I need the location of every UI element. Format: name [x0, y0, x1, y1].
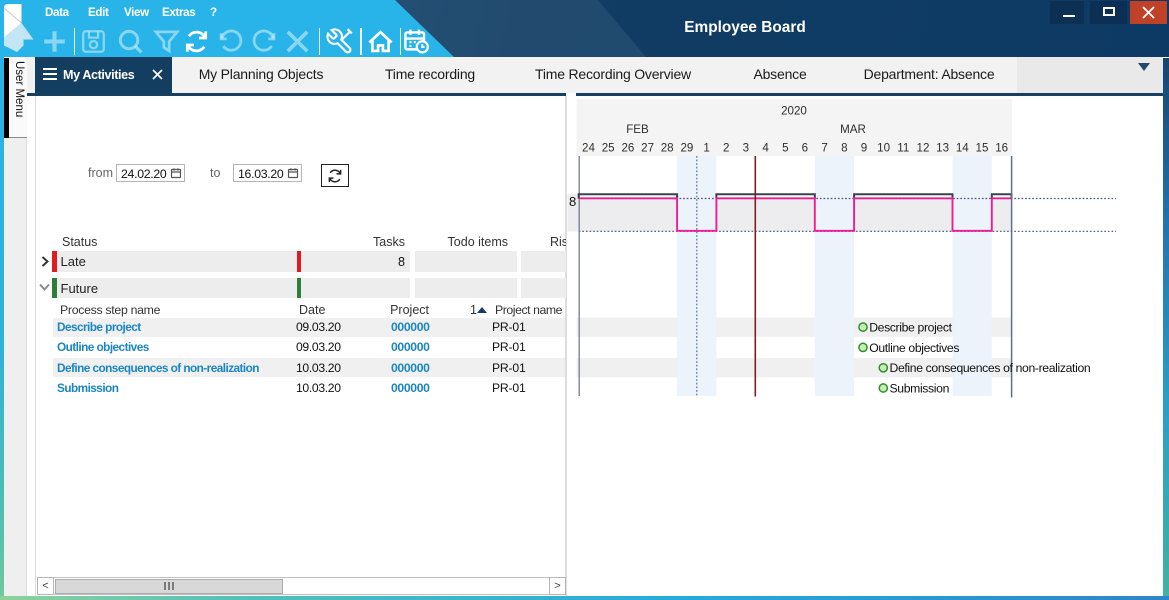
- svg-text:29: 29: [680, 142, 693, 155]
- svg-text:15: 15: [976, 142, 989, 155]
- svg-text:6: 6: [802, 142, 808, 155]
- svg-text:13: 13: [936, 142, 949, 155]
- svg-text:27: 27: [641, 142, 654, 155]
- svg-text:2: 2: [723, 142, 729, 155]
- svg-text:12: 12: [917, 142, 930, 155]
- svg-text:Submission: Submission: [890, 381, 950, 395]
- svg-text:MAR: MAR: [840, 123, 866, 136]
- svg-text:Define consequences of non-rea: Define consequences of non-realization: [890, 361, 1091, 375]
- svg-text:3: 3: [743, 142, 749, 155]
- svg-text:FEB: FEB: [626, 123, 649, 136]
- svg-text:8: 8: [841, 142, 847, 155]
- svg-text:10: 10: [877, 142, 890, 155]
- svg-text:24: 24: [582, 142, 595, 155]
- svg-text:16: 16: [995, 142, 1008, 155]
- svg-text:Outline objectives: Outline objectives: [869, 341, 959, 355]
- svg-text:11: 11: [897, 142, 909, 155]
- svg-text:26: 26: [621, 142, 634, 155]
- svg-text:Describe project: Describe project: [869, 320, 952, 334]
- svg-text:8: 8: [569, 194, 576, 209]
- svg-text:2020: 2020: [781, 105, 807, 118]
- svg-text:4: 4: [762, 142, 769, 155]
- svg-text:25: 25: [602, 142, 615, 155]
- svg-text:5: 5: [782, 142, 788, 155]
- svg-text:7: 7: [821, 142, 827, 155]
- svg-text:14: 14: [956, 142, 969, 155]
- svg-text:28: 28: [661, 142, 674, 155]
- svg-text:1: 1: [703, 142, 709, 155]
- svg-text:9: 9: [861, 142, 867, 155]
